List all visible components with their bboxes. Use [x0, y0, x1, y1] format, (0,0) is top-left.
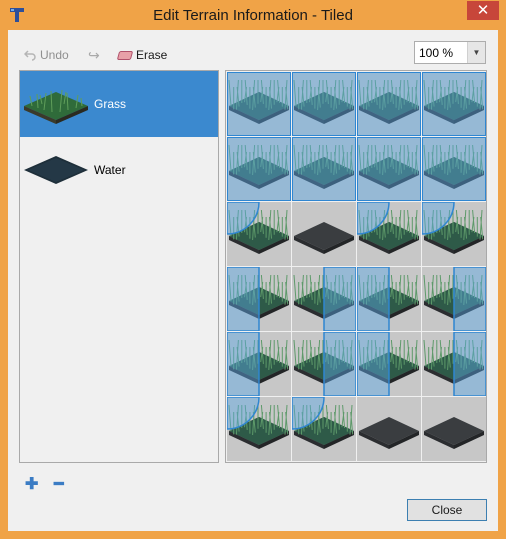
- tile[interactable]: [422, 202, 486, 266]
- tile[interactable]: [292, 332, 356, 396]
- tile[interactable]: [227, 72, 291, 136]
- redo-button[interactable]: ↪: [88, 46, 100, 64]
- terrain-name: Grass: [94, 97, 127, 111]
- tile[interactable]: [357, 332, 421, 396]
- terrain-tile-icon: [357, 332, 419, 396]
- terrain-tile-icon: [423, 332, 486, 396]
- undo-label: Undo: [40, 48, 69, 62]
- terrain-tile-icon: [227, 137, 291, 201]
- tile[interactable]: [422, 72, 486, 136]
- terrain-tile-icon: [359, 417, 419, 449]
- tile[interactable]: [292, 397, 356, 461]
- window-close-button[interactable]: ✕: [467, 1, 499, 20]
- terrain-tile-icon: [227, 202, 289, 254]
- terrain-tile-icon: [422, 72, 486, 136]
- terrain-tile-icon: [293, 267, 356, 331]
- terrain-tile-icon: [357, 72, 421, 136]
- terrain-item-grass[interactable]: Grass: [20, 71, 218, 137]
- tile[interactable]: [227, 332, 291, 396]
- redo-icon: ↪: [88, 46, 100, 63]
- zoom-value: 100 %: [419, 45, 454, 60]
- terrain-tile-icon: [422, 202, 484, 254]
- terrain-tile-icon: [227, 397, 289, 449]
- tile[interactable]: [227, 267, 291, 331]
- tile[interactable]: [422, 267, 486, 331]
- tile[interactable]: [227, 397, 291, 461]
- eraser-icon: [116, 50, 134, 60]
- water-icon: [24, 156, 88, 184]
- terrain-tile-icon: [227, 72, 291, 136]
- tile[interactable]: [422, 397, 486, 461]
- tileset-grid[interactable]: [225, 70, 487, 463]
- terrain-tile-icon: [424, 417, 484, 449]
- remove-terrain-button[interactable]: ━: [54, 474, 64, 494]
- tile[interactable]: [292, 137, 356, 201]
- tile[interactable]: [292, 72, 356, 136]
- zoom-select[interactable]: 100 % ▼: [414, 41, 486, 64]
- tile[interactable]: [357, 267, 421, 331]
- erase-label: Erase: [136, 48, 168, 62]
- dialog-body: Undo ↪ Erase 100 % ▼ Grass Water ✚ ━ Clo…: [8, 30, 498, 531]
- titlebar: Edit Terrain Information - Tiled ✕: [0, 0, 506, 30]
- erase-button[interactable]: Erase: [116, 46, 168, 64]
- tile[interactable]: [292, 202, 356, 266]
- terrain-tile-icon: [422, 137, 486, 201]
- tile[interactable]: [422, 332, 486, 396]
- tile[interactable]: [292, 267, 356, 331]
- window-title: Edit Terrain Information - Tiled: [153, 7, 353, 24]
- terrain-tile-icon: [292, 397, 354, 449]
- terrain-tile-icon: [357, 137, 421, 201]
- terrain-name: Water: [94, 163, 126, 177]
- tile[interactable]: [357, 397, 421, 461]
- tile[interactable]: [422, 137, 486, 201]
- terrain-tile-icon: [293, 332, 356, 396]
- tile[interactable]: [227, 202, 291, 266]
- tile[interactable]: [357, 137, 421, 201]
- terrain-tile-icon: [227, 267, 289, 331]
- undo-icon: [24, 50, 36, 61]
- terrain-tile-icon: [292, 72, 356, 136]
- close-button[interactable]: Close: [407, 499, 487, 521]
- chevron-down-icon[interactable]: ▼: [467, 42, 485, 63]
- tile[interactable]: [357, 72, 421, 136]
- terrain-list[interactable]: Grass Water: [19, 70, 219, 463]
- dialog-window: Edit Terrain Information - Tiled ✕ Undo …: [0, 0, 506, 539]
- tile[interactable]: [227, 137, 291, 201]
- undo-button[interactable]: Undo: [24, 46, 69, 64]
- terrain-tile-icon: [294, 222, 354, 254]
- terrain-tile-icon: [292, 137, 356, 201]
- grass-icon: [24, 89, 88, 124]
- terrain-tile-icon: [423, 267, 486, 331]
- tile[interactable]: [357, 202, 421, 266]
- terrain-tile-icon: [227, 332, 289, 396]
- terrain-tile-icon: [357, 267, 419, 331]
- terrain-item-water[interactable]: Water: [20, 137, 218, 203]
- terrain-tile-icon: [357, 202, 419, 254]
- add-terrain-button[interactable]: ✚: [25, 474, 38, 494]
